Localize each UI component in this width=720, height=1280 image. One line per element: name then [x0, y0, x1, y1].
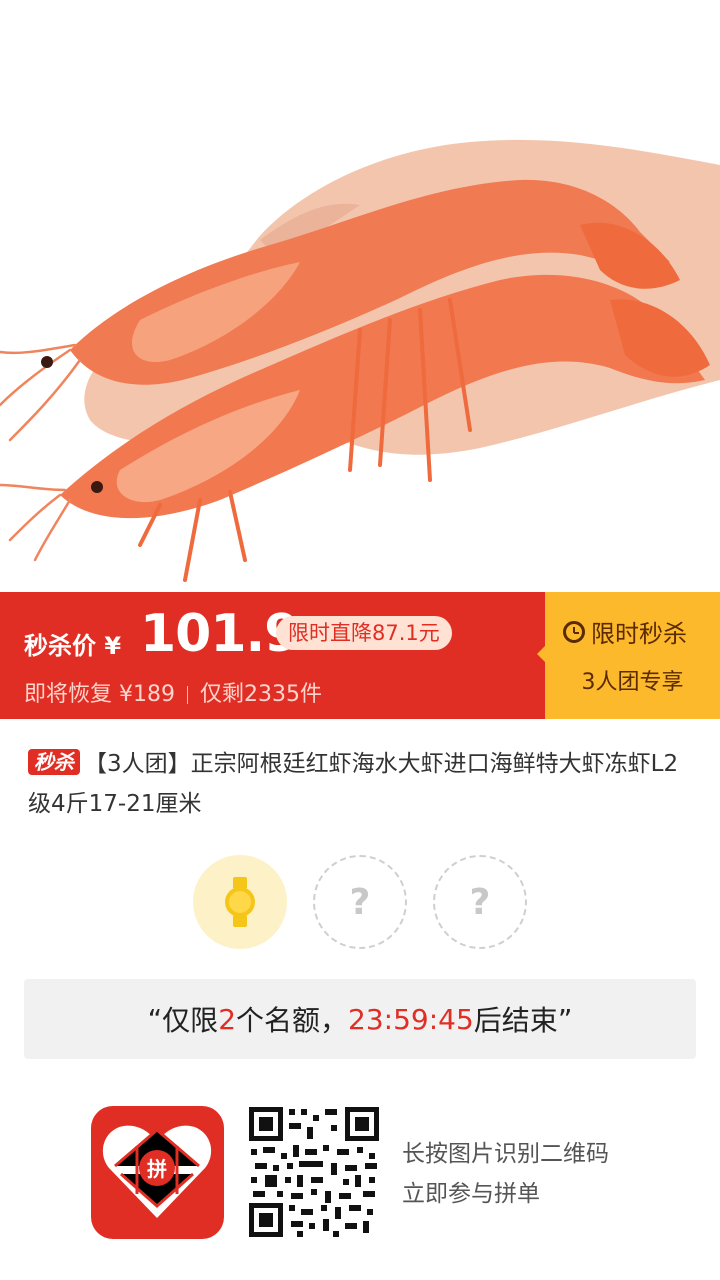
heart-logo-icon: 拼	[102, 1125, 212, 1218]
quota-suffix: 后结束	[473, 1004, 558, 1037]
shrimp-in-hand-illustration	[0, 139, 720, 582]
original-price: 即将恢复 ¥189	[24, 682, 175, 707]
countdown-timer: 23:59:45	[348, 1002, 474, 1036]
share-footer: 拼 长按图片识别二维码 立即参与拼单	[0, 1090, 720, 1280]
flash-sale-panel: 限时秒杀 3人团专享	[545, 592, 720, 719]
quota-count: 2	[218, 1002, 237, 1036]
alarm-clock-icon	[563, 620, 585, 643]
scan-line-2: 立即参与拼单	[402, 1181, 540, 1207]
close-quote: ”	[557, 1002, 573, 1036]
flash-sale-title: 限时秒杀	[563, 614, 713, 649]
scan-line-1: 长按图片识别二维码	[402, 1141, 609, 1167]
group-leader-avatar[interactable]	[193, 855, 287, 949]
open-quote: “	[147, 1002, 163, 1036]
quota-middle: 个名额，	[236, 1004, 349, 1037]
qr-code[interactable]	[247, 1105, 381, 1239]
price-section: 秒杀价 ¥ 101.9 限时直降87.1元 即将恢复 ¥189 仅剩2335件	[0, 592, 545, 719]
discount-badge: 限时直降87.1元	[276, 616, 452, 650]
group-members: ? ?	[193, 855, 533, 950]
pinduoduo-logo: 拼	[91, 1106, 224, 1239]
product-image[interactable]	[0, 0, 720, 592]
empty-member-slot[interactable]: ?	[433, 855, 527, 949]
price-banner: 秒杀价 ¥ 101.9 限时直降87.1元 即将恢复 ¥189 仅剩2335件 限…	[0, 592, 720, 719]
qr-code-image	[247, 1105, 381, 1239]
scan-instructions: 长按图片识别二维码 立即参与拼单	[402, 1134, 609, 1214]
price-subline: 即将恢复 ¥189 仅剩2335件	[24, 676, 322, 708]
group-exclusive-label: 3人团专享	[581, 670, 684, 695]
watch-icon	[225, 877, 255, 927]
flash-sale-label: 限时秒杀	[591, 620, 687, 648]
product-title-text: 【3人团】正宗阿根廷红虾海水大虾进口海鲜特大虾冻虾L2级4斤17-21厘米	[28, 751, 679, 817]
seckill-badge: 秒杀	[28, 749, 80, 775]
price-label: 秒杀价 ¥	[24, 632, 122, 660]
logo-text: 拼	[147, 1157, 167, 1181]
empty-member-slot[interactable]: ?	[313, 855, 407, 949]
divider	[186, 686, 188, 704]
quota-countdown: “仅限 2 个名额， 23:59:45 后结束”	[24, 979, 696, 1059]
stock-remaining: 仅剩2335件	[199, 682, 322, 707]
product-title: 秒杀 【3人团】正宗阿根廷红虾海水大虾进口海鲜特大虾冻虾L2级4斤17-21厘米	[28, 744, 698, 824]
quota-prefix: 仅限	[162, 1004, 219, 1037]
